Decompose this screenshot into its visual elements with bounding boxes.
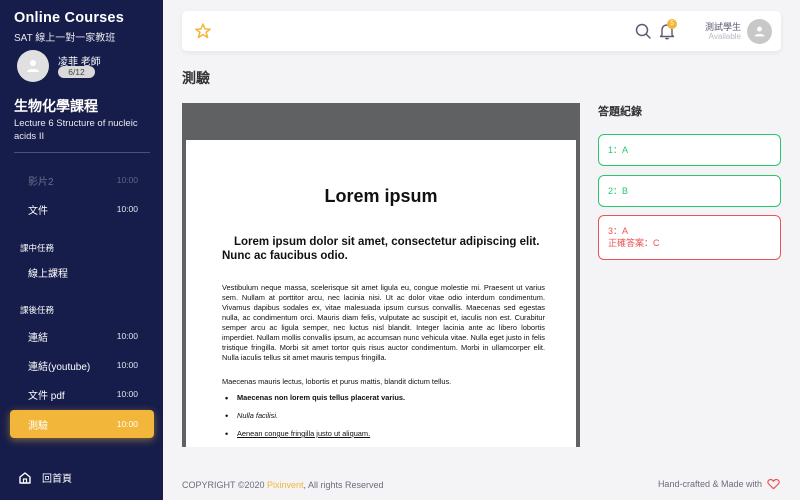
sidebar-item-time: 10:00 bbox=[116, 175, 138, 185]
progress-badge: 6/12 bbox=[58, 66, 95, 78]
page-title: 測驗 bbox=[182, 70, 210, 86]
user-status: Available bbox=[708, 32, 741, 41]
sidebar-item-label: 文件 bbox=[28, 205, 48, 217]
document-subtitle: Lorem ipsum dolor sit amet, consectetur … bbox=[222, 236, 540, 262]
sidebar-item-online-course[interactable]: 線上課程 bbox=[10, 260, 154, 284]
sidebar-item-label: 文件 pdf bbox=[28, 390, 65, 402]
top-navbar: 5 測試學生 Available bbox=[182, 11, 781, 51]
document-page: Lorem ipsum Lorem ipsum dolor sit amet, … bbox=[186, 140, 576, 447]
sidebar-item-label: 連結 bbox=[28, 332, 48, 344]
sidebar-item-label: 線上課程 bbox=[28, 268, 68, 280]
home-label: 回首頁 bbox=[42, 474, 72, 485]
record-answer: 3：A bbox=[608, 226, 629, 236]
copyright-suffix: , All rights Reserved bbox=[303, 480, 384, 490]
divider bbox=[14, 152, 150, 153]
sidebar-item-document[interactable]: 文件 10:00 bbox=[10, 197, 154, 221]
avatar[interactable] bbox=[747, 19, 772, 44]
record-answer: 1：A bbox=[608, 145, 629, 155]
search-icon[interactable] bbox=[634, 22, 652, 40]
sidebar-item-link-youtube[interactable]: 連結(youtube) 10:00 bbox=[10, 353, 154, 377]
user-icon bbox=[27, 60, 39, 72]
document-viewer[interactable]: Lorem ipsum Lorem ipsum dolor sit amet, … bbox=[182, 103, 580, 447]
sidebar-item-time: 10:00 bbox=[116, 331, 138, 341]
brand-subtitle: SAT 線上一對一家教班 bbox=[14, 33, 116, 44]
answer-record-wrong: 3：A 正確答案：C bbox=[598, 215, 781, 260]
document-title: Lorem ipsum bbox=[324, 186, 438, 206]
heart-icon bbox=[767, 478, 780, 490]
record-correct-answer: 正確答案：C bbox=[608, 238, 660, 248]
sidebar-item-label: 影片2 bbox=[28, 176, 54, 188]
footer-brand-link[interactable]: Pixinvent bbox=[267, 480, 304, 490]
home-link[interactable]: 回首頁 bbox=[18, 470, 72, 485]
sidebar-item-time: 10:00 bbox=[116, 389, 138, 399]
sidebar-item-time: 10:00 bbox=[116, 204, 138, 214]
footer-credit: Hand-crafted & Made with bbox=[658, 478, 780, 490]
notification-badge: 5 bbox=[667, 19, 677, 29]
sidebar-item-quiz[interactable]: 測驗 10:00 bbox=[10, 410, 154, 438]
sidebar-item-video2[interactable]: 影片2 10:00 bbox=[10, 168, 154, 192]
teacher-avatar bbox=[17, 50, 49, 82]
footer-copyright: COPYRIGHT ©2020 Pixinvent, All rights Re… bbox=[182, 480, 384, 490]
brand-title[interactable]: Online Courses bbox=[14, 10, 124, 26]
section-label-in-class: 課中任務 bbox=[20, 243, 55, 253]
document-paragraph: Maecenas mauris lectus, lobortis et puru… bbox=[222, 377, 452, 386]
lecture-title: Lecture 6 Structure of nucleic acids II bbox=[14, 118, 138, 142]
document-list: Maecenas non lorem quis tellus placerat … bbox=[225, 393, 537, 447]
sidebar-item-time: 10:00 bbox=[116, 360, 138, 370]
sidebar-item-link[interactable]: 連結 10:00 bbox=[10, 324, 154, 348]
list-item: Aenean congue fringilla justo ut aliquam… bbox=[225, 429, 537, 447]
record-answer: 2：B bbox=[608, 186, 629, 196]
sidebar-item-label: 連結(youtube) bbox=[28, 361, 91, 373]
document-paragraph: Vestibulum neque massa, scelerisque sit … bbox=[222, 283, 545, 362]
sidebar-item-time: 10:00 bbox=[116, 419, 138, 429]
user-icon bbox=[754, 26, 765, 37]
star-icon[interactable] bbox=[194, 22, 212, 40]
sidebar-item-pdf[interactable]: 文件 pdf 10:00 bbox=[10, 382, 154, 406]
sidebar: Online Courses SAT 線上一對一家教班 凌菲 老師 6/12 生… bbox=[0, 0, 163, 500]
answer-record-correct: 2：B bbox=[598, 175, 781, 207]
sidebar-item-label: 測驗 bbox=[28, 420, 48, 432]
list-item: Nulla facilisi. bbox=[225, 411, 537, 429]
records-title: 答題紀錄 bbox=[598, 106, 642, 118]
answer-record-correct: 1：A bbox=[598, 134, 781, 166]
section-label-after-class: 課後任務 bbox=[20, 305, 55, 315]
copyright-prefix: COPYRIGHT ©2020 bbox=[182, 480, 267, 490]
footer-credit-text: Hand-crafted & Made with bbox=[657, 479, 762, 489]
course-title: 生物化學課程 bbox=[14, 98, 98, 114]
home-icon bbox=[19, 471, 31, 484]
list-item: Maecenas non lorem quis tellus placerat … bbox=[225, 393, 537, 411]
